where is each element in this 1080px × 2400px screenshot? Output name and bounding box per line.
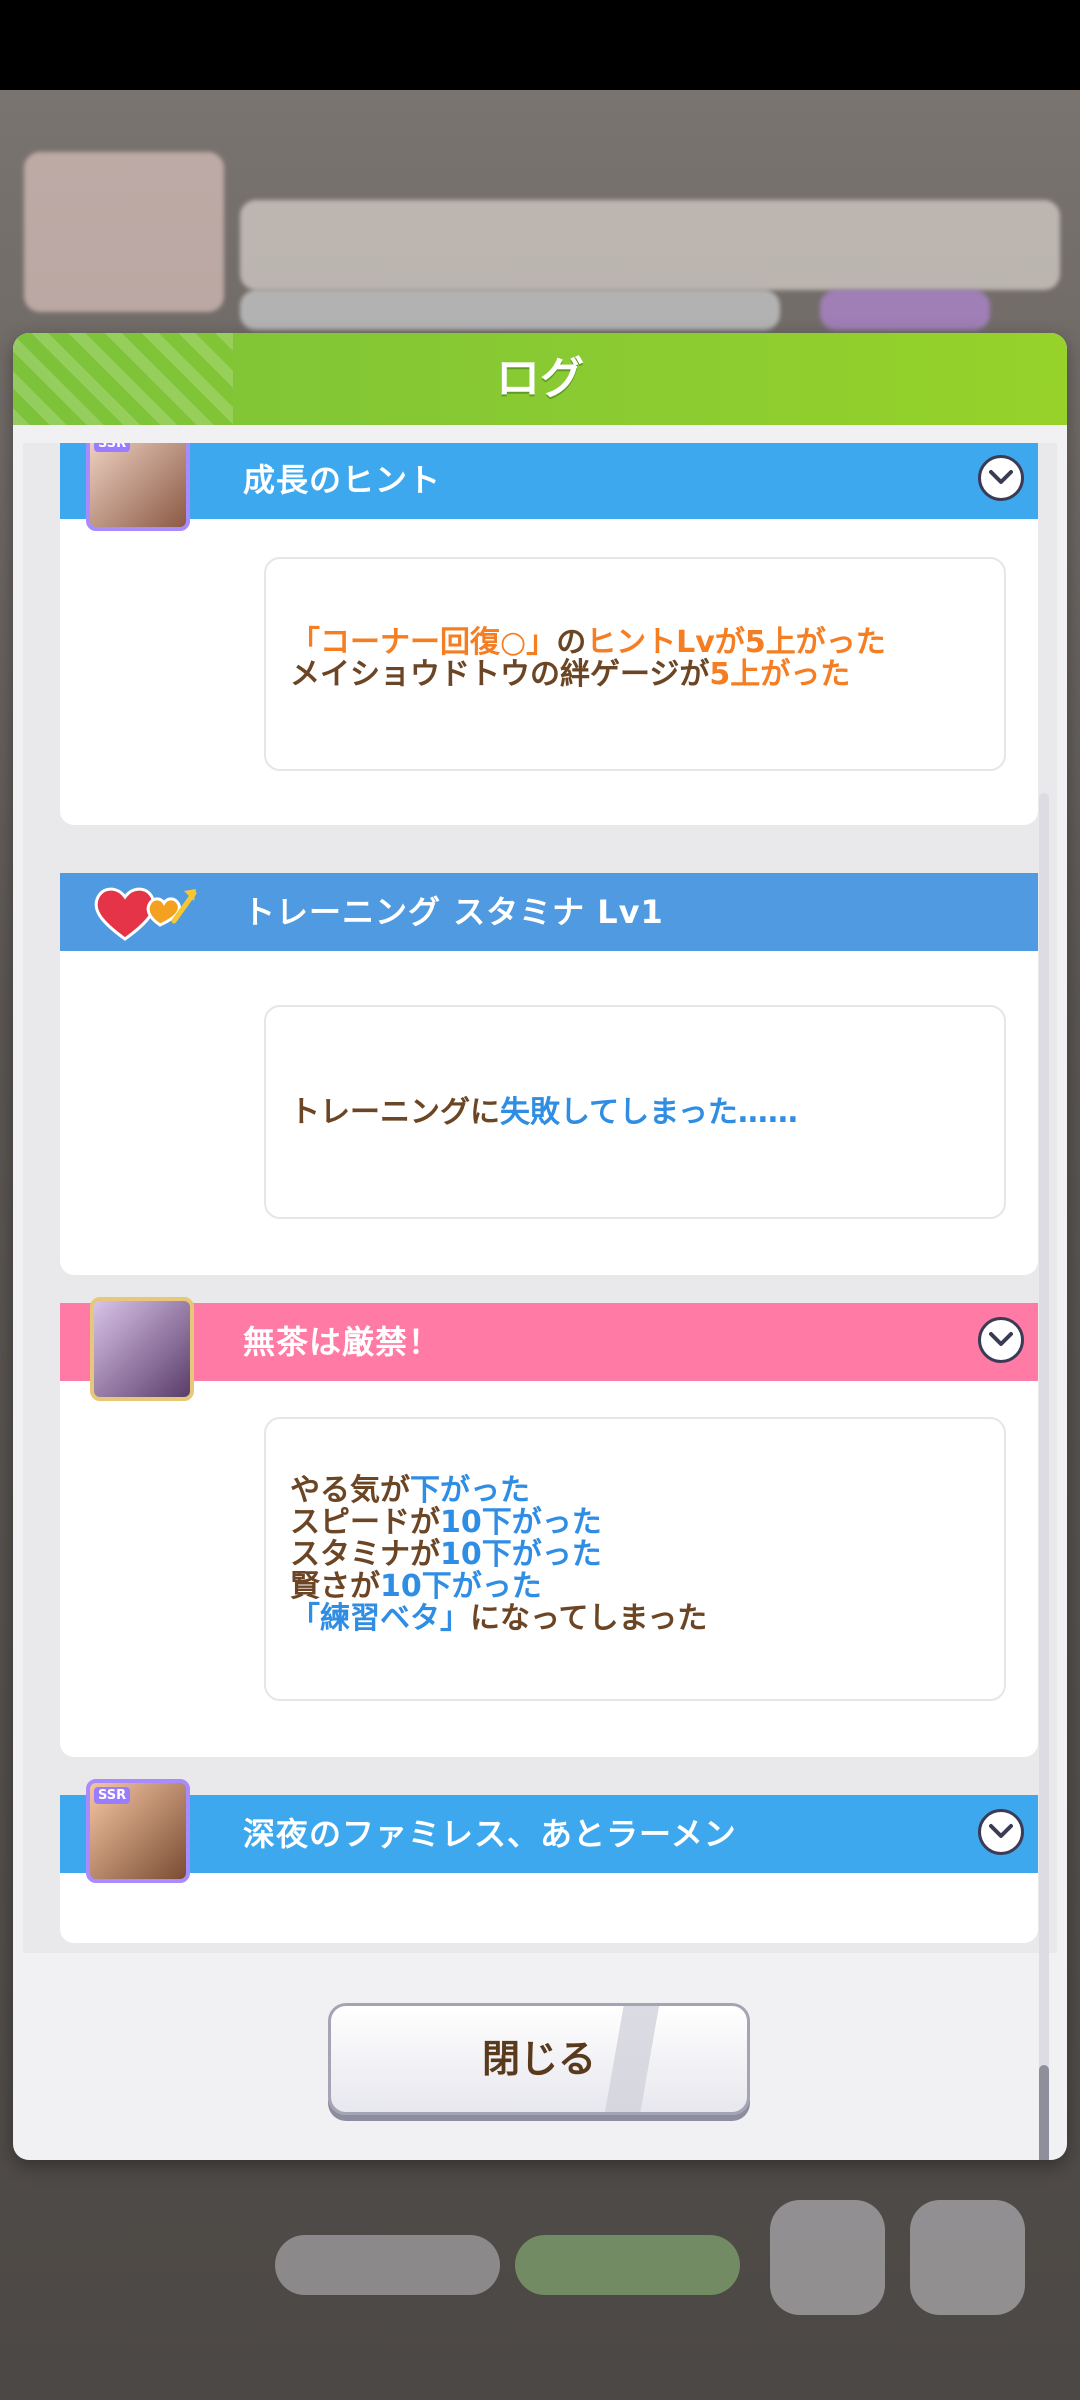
- chevron-down-icon: [989, 1332, 1013, 1346]
- message-segment: 下がった: [410, 1473, 530, 1508]
- chevron-down-icon: [989, 1824, 1013, 1838]
- log-entry-header[interactable]: 成長のヒント: [60, 443, 1038, 519]
- avatar: [90, 1297, 194, 1401]
- message-segment: スピードが: [290, 1505, 440, 1540]
- message-box: 「コーナー回復○」のヒントLvが5上がった メイショウドトウの絆ゲージが5上がっ…: [264, 557, 1006, 771]
- message-segment: やる気が: [290, 1473, 410, 1508]
- message-segment: 「コーナー回復○」: [290, 625, 557, 660]
- message-segment: 10下がった: [440, 1537, 602, 1572]
- scrollbar-thumb[interactable]: [1039, 2065, 1049, 2160]
- message-segment: の: [556, 625, 587, 660]
- log-modal: ログ 成長のヒント SSR 「コーナー回復○」のヒントLvが5上がった メイショ…: [13, 333, 1067, 2160]
- message-segment: ヒントLvが5上がった: [586, 625, 886, 660]
- log-entry: 深夜のファミレス、あとラーメン SSR: [60, 1779, 1038, 1943]
- message-segment: メイショウドトウの絆ゲージが: [290, 657, 710, 692]
- log-entry-title: 成長のヒント: [243, 461, 442, 499]
- message-box: やる気が下がった スピードが10下がった スタミナが10下がった 賢さが10下が…: [264, 1417, 1006, 1701]
- expand-button[interactable]: [978, 1317, 1024, 1363]
- message-segment: 失敗してしまった……: [500, 1095, 798, 1130]
- avatar: SSR: [86, 1779, 190, 1883]
- ssr-badge: SSR: [94, 1787, 131, 1804]
- log-entry-title: トレーニング スタミナ Lv1: [243, 893, 664, 931]
- message-line: スピードが10下がった: [290, 1507, 602, 1539]
- message-segment: 10下がった: [440, 1505, 602, 1540]
- message-segment: 10下がった: [380, 1569, 542, 1604]
- expand-button[interactable]: [978, 1809, 1024, 1855]
- message-line: トレーニングに失敗してしまった……: [290, 1097, 798, 1129]
- log-entry: 無茶は厳禁！ やる気が下がった スピードが10下がった スタミナが10下がった …: [60, 1297, 1038, 1757]
- log-list[interactable]: 成長のヒント SSR 「コーナー回復○」のヒントLvが5上がった メイショウドト…: [23, 443, 1057, 1953]
- message-box: トレーニングに失敗してしまった……: [264, 1005, 1006, 1219]
- message-line: やる気が下がった: [290, 1475, 530, 1507]
- message-segment: になってしまった: [470, 1601, 708, 1636]
- chevron-down-icon: [989, 470, 1013, 484]
- log-entry-title: 深夜のファミレス、あとラーメン: [243, 1815, 737, 1853]
- message-segment: トレーニングに: [290, 1095, 500, 1130]
- message-segment: 5上がった: [709, 657, 851, 692]
- log-entry-title: 無茶は厳禁！: [243, 1323, 442, 1361]
- log-entry-header[interactable]: 無茶は厳禁！: [60, 1303, 1038, 1381]
- log-entry: トレーニング スタミナ Lv1 トレーニングに失敗してしまった……: [60, 873, 1038, 1275]
- expand-button[interactable]: [978, 455, 1024, 501]
- heart-arrow-icon: [94, 887, 197, 941]
- log-entry: 成長のヒント SSR 「コーナー回復○」のヒントLvが5上がった メイショウドト…: [60, 443, 1038, 825]
- log-entry-header[interactable]: 深夜のファミレス、あとラーメン: [60, 1795, 1038, 1873]
- message-segment: スタミナが: [290, 1537, 440, 1572]
- message-line: 「練習ベタ」になってしまった: [290, 1603, 707, 1635]
- message-segment: 賢さが: [290, 1569, 380, 1604]
- modal-title: ログ: [496, 353, 584, 404]
- message-line: 賢さが10下がった: [290, 1571, 542, 1603]
- message-line: 「コーナー回復○」のヒントLvが5上がった: [290, 627, 886, 659]
- message-line: メイショウドトウの絆ゲージが5上がった: [290, 659, 850, 691]
- modal-header: ログ: [13, 333, 1067, 425]
- close-button[interactable]: 閉じる: [328, 2003, 750, 2115]
- message-line: スタミナが10下がった: [290, 1539, 602, 1571]
- close-button-label: 閉じる: [481, 2037, 596, 2081]
- ssr-badge: SSR: [94, 443, 131, 452]
- status-bar: [0, 0, 1080, 90]
- avatar: SSR: [86, 443, 190, 531]
- log-entry-header: トレーニング スタミナ Lv1: [60, 873, 1038, 951]
- scrollbar[interactable]: [1039, 793, 1049, 2160]
- message-segment: 「練習ベタ」: [290, 1601, 470, 1636]
